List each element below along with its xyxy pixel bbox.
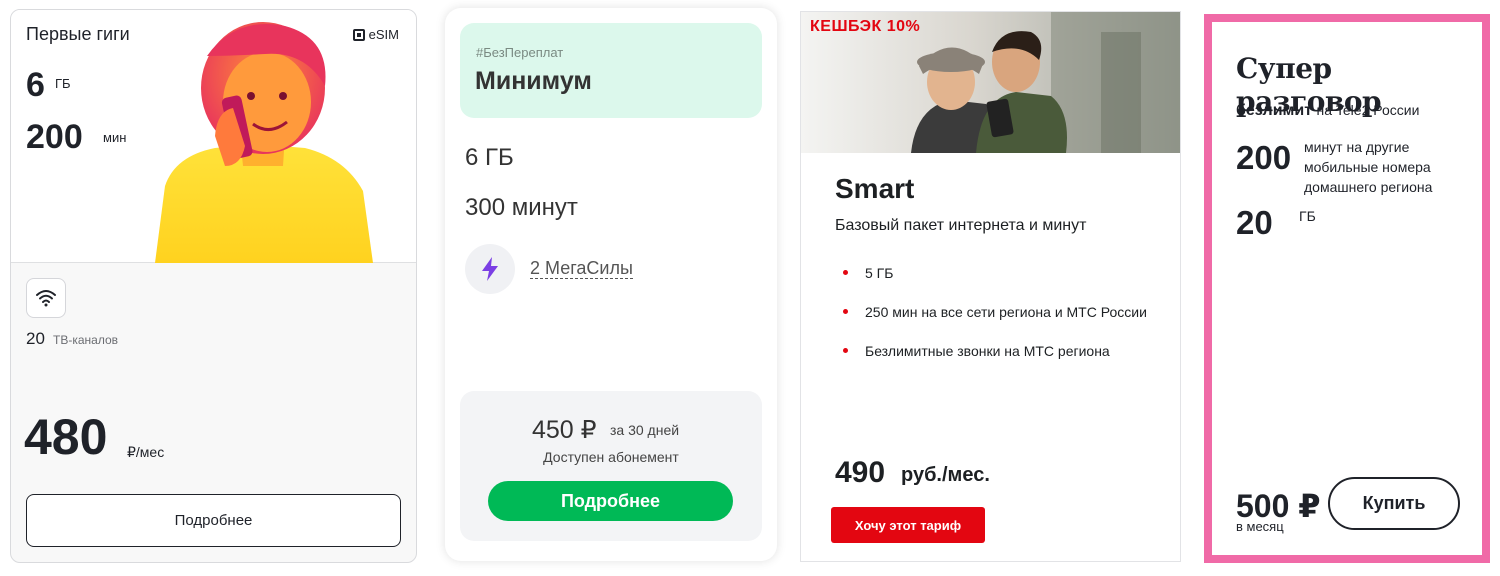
tv-channels-count: 20 bbox=[26, 329, 45, 348]
list-item: 250 мин на все сети региона и МТС России bbox=[835, 301, 1155, 323]
details-button[interactable]: Подробнее bbox=[488, 481, 733, 521]
price-unit: руб./мес. bbox=[901, 464, 990, 486]
tariff-card-pervye-gigi: Первые гиги eSIM 6 ГБ 200 мин 20 ТВ-кана… bbox=[10, 9, 417, 563]
card-title: Первые гиги bbox=[26, 24, 130, 44]
list-item: Безлимитные звонки на МТС региона bbox=[835, 340, 1155, 362]
minutes-unit: мин bbox=[103, 130, 127, 145]
data-unit: ГБ bbox=[1299, 208, 1316, 224]
card-tag: #БезПереплат bbox=[476, 45, 564, 60]
tariff-card-super-razgovor: Супер разговор безлимит на Tele2 России … bbox=[1204, 14, 1490, 563]
tv-channels-label: ТВ-каналов bbox=[53, 333, 119, 347]
price-value: 480 bbox=[24, 409, 108, 465]
buy-button[interactable]: Купить bbox=[1328, 477, 1460, 530]
tariff-card-minimum: #БезПереплат Минимум 6 ГБ 300 минут 2 Ме… bbox=[445, 8, 777, 561]
megasily-link[interactable]: 2 МегаСилы bbox=[530, 258, 633, 279]
subscription-note: Доступен абонемент bbox=[543, 449, 679, 465]
data-value: 20 bbox=[1236, 204, 1273, 241]
tariff-card-smart: КЕШБЭК 10% Smart Базовый пакет интернета… bbox=[800, 11, 1181, 562]
price-box: 450 ₽ за 30 дней Доступен абонемент Подр… bbox=[460, 391, 762, 541]
want-tariff-button[interactable]: Хочу этот тариф bbox=[831, 507, 985, 543]
details-button[interactable]: Подробнее bbox=[26, 494, 401, 547]
unlimited-line: безлимит на Tele2 России bbox=[1236, 102, 1419, 120]
lightning-icon bbox=[482, 257, 498, 281]
data-unit: ГБ bbox=[55, 76, 71, 91]
card-title: Smart bbox=[835, 173, 915, 204]
card-header: #БезПереплат Минимум bbox=[460, 23, 762, 118]
wifi-icon bbox=[36, 290, 56, 307]
price-period: в месяц bbox=[1236, 519, 1284, 534]
minutes-value: 200 bbox=[26, 118, 83, 156]
feature-list: 5 ГБ 250 мин на все сети региона и МТС Р… bbox=[835, 262, 1155, 379]
esim-label: eSIM bbox=[368, 27, 399, 42]
lightning-icon-circle bbox=[465, 244, 515, 294]
price-value: 490 bbox=[835, 456, 886, 489]
unlimited-bold: безлимит bbox=[1236, 102, 1313, 119]
minutes-value: 200 bbox=[1236, 139, 1292, 176]
card-top-section: Первые гиги eSIM 6 ГБ 200 мин bbox=[11, 10, 416, 263]
esim-badge: eSIM bbox=[352, 27, 399, 42]
child-with-phone-image bbox=[155, 22, 373, 263]
minutes-label: минут на другие мобильные номера домашне… bbox=[1304, 139, 1433, 195]
list-item: 5 ГБ bbox=[835, 262, 1155, 284]
card-description: Базовый пакет интернета и минут bbox=[835, 217, 1087, 234]
card-title: Минимум bbox=[475, 67, 592, 95]
data-value: 6 bbox=[26, 66, 45, 104]
unlimited-rest: на Tele2 России bbox=[1316, 102, 1420, 118]
data-amount: 6 ГБ bbox=[465, 144, 514, 171]
wifi-icon-box bbox=[26, 278, 66, 318]
esim-chip-icon bbox=[352, 28, 365, 41]
price-value: 450 ₽ bbox=[532, 416, 597, 444]
price-unit: ₽/мес bbox=[127, 444, 165, 460]
cashback-badge: КЕШБЭК 10% bbox=[810, 18, 921, 35]
minutes-amount: 300 минут bbox=[465, 194, 578, 221]
price-period: за 30 дней bbox=[610, 422, 680, 438]
